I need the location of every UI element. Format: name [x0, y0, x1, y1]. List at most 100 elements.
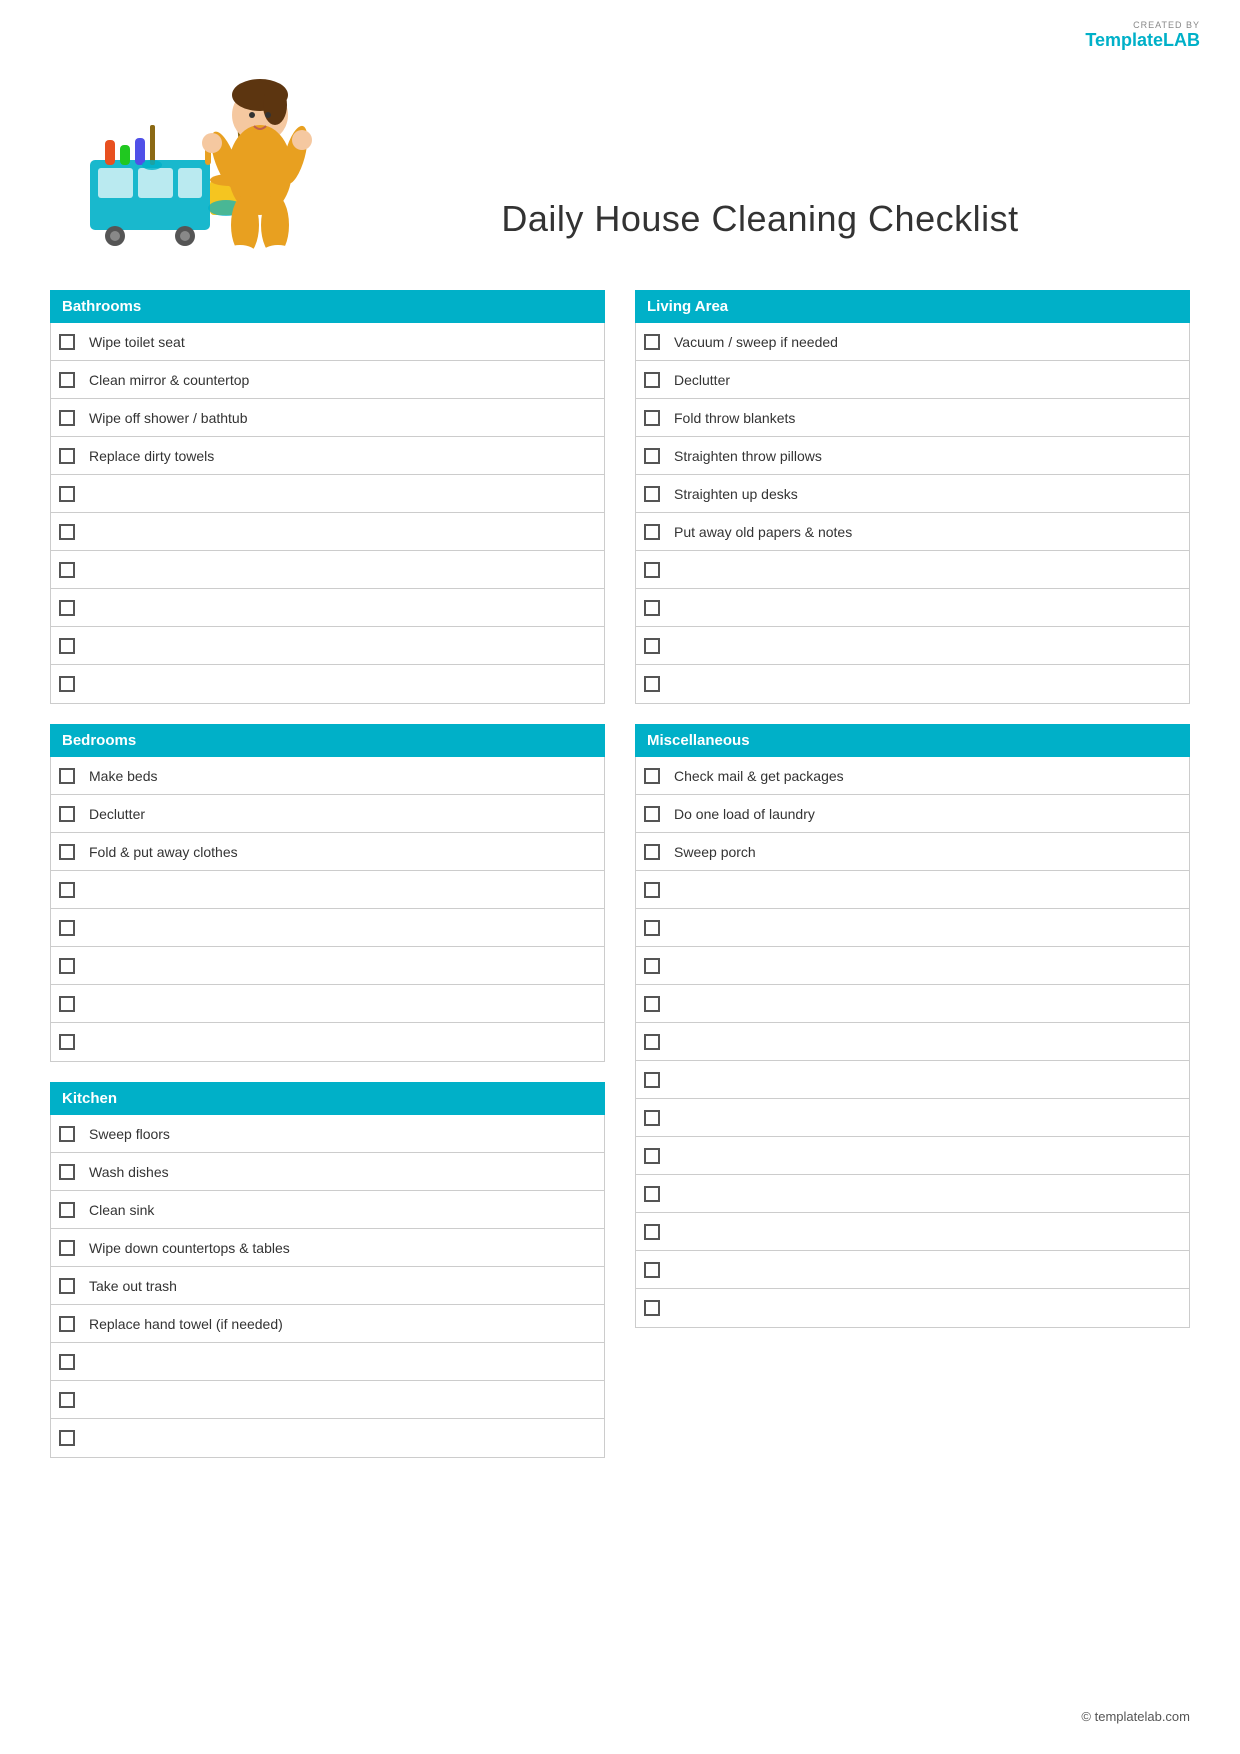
checklist-item[interactable]: Sweep floors: [51, 1115, 604, 1153]
checkbox[interactable]: [644, 958, 660, 974]
checklist-item[interactable]: [51, 985, 604, 1023]
checklist-item[interactable]: [51, 475, 604, 513]
checkbox[interactable]: [644, 372, 660, 388]
checklist-item[interactable]: [51, 551, 604, 589]
checkbox[interactable]: [644, 806, 660, 822]
checklist-item[interactable]: [51, 1023, 604, 1061]
checkbox[interactable]: [644, 1300, 660, 1316]
checkbox[interactable]: [644, 1072, 660, 1088]
checkbox[interactable]: [59, 1430, 75, 1446]
checklist-item[interactable]: Replace dirty towels: [51, 437, 604, 475]
checklist-item[interactable]: [51, 1419, 604, 1457]
checkbox[interactable]: [59, 562, 75, 578]
checklist-item[interactable]: Wipe down countertops & tables: [51, 1229, 604, 1267]
checklist-item[interactable]: [636, 665, 1189, 703]
checklist-item[interactable]: [636, 1137, 1189, 1175]
checklist-item[interactable]: [636, 627, 1189, 665]
checklist-item[interactable]: Put away old papers & notes: [636, 513, 1189, 551]
checkbox[interactable]: [59, 1164, 75, 1180]
checklist-item[interactable]: [636, 1099, 1189, 1137]
checkbox[interactable]: [644, 1186, 660, 1202]
checkbox[interactable]: [59, 372, 75, 388]
checkbox[interactable]: [644, 638, 660, 654]
checkbox[interactable]: [59, 958, 75, 974]
checkbox[interactable]: [644, 920, 660, 936]
checkbox[interactable]: [644, 410, 660, 426]
checklist-item[interactable]: [636, 871, 1189, 909]
checklist-item[interactable]: [51, 513, 604, 551]
checkbox[interactable]: [644, 768, 660, 784]
checklist-item[interactable]: [51, 947, 604, 985]
checklist-item[interactable]: [636, 1061, 1189, 1099]
checkbox[interactable]: [59, 882, 75, 898]
checkbox[interactable]: [644, 486, 660, 502]
checklist-item[interactable]: Check mail & get packages: [636, 757, 1189, 795]
checkbox[interactable]: [59, 410, 75, 426]
checkbox[interactable]: [644, 844, 660, 860]
checklist-item[interactable]: Fold & put away clothes: [51, 833, 604, 871]
checklist-item[interactable]: [636, 1175, 1189, 1213]
checkbox[interactable]: [59, 1278, 75, 1294]
checkbox[interactable]: [644, 600, 660, 616]
checklist-item[interactable]: [51, 589, 604, 627]
checkbox[interactable]: [644, 1110, 660, 1126]
checkbox[interactable]: [644, 524, 660, 540]
checkbox[interactable]: [644, 676, 660, 692]
checkbox[interactable]: [59, 676, 75, 692]
checklist-item[interactable]: [636, 985, 1189, 1023]
checklist-item[interactable]: Sweep porch: [636, 833, 1189, 871]
checkbox[interactable]: [59, 600, 75, 616]
checkbox[interactable]: [644, 1148, 660, 1164]
checkbox[interactable]: [644, 1034, 660, 1050]
checklist-item[interactable]: [51, 1381, 604, 1419]
checkbox[interactable]: [59, 768, 75, 784]
checkbox[interactable]: [644, 996, 660, 1012]
checklist-item[interactable]: Wipe toilet seat: [51, 323, 604, 361]
checkbox[interactable]: [59, 920, 75, 936]
checkbox[interactable]: [59, 1354, 75, 1370]
checklist-item[interactable]: Wash dishes: [51, 1153, 604, 1191]
checklist-item[interactable]: Make beds: [51, 757, 604, 795]
checklist-item[interactable]: Vacuum / sweep if needed: [636, 323, 1189, 361]
checkbox[interactable]: [644, 882, 660, 898]
checklist-item[interactable]: Declutter: [636, 361, 1189, 399]
checkbox[interactable]: [644, 1262, 660, 1278]
checkbox[interactable]: [644, 562, 660, 578]
checkbox[interactable]: [59, 486, 75, 502]
checklist-item[interactable]: [636, 1289, 1189, 1327]
checklist-item[interactable]: Clean sink: [51, 1191, 604, 1229]
checklist-item[interactable]: Straighten up desks: [636, 475, 1189, 513]
checklist-item[interactable]: [636, 909, 1189, 947]
checkbox[interactable]: [59, 334, 75, 350]
checklist-item[interactable]: [51, 627, 604, 665]
checklist-item[interactable]: [51, 1343, 604, 1381]
checklist-item[interactable]: Replace hand towel (if needed): [51, 1305, 604, 1343]
checklist-item[interactable]: [51, 909, 604, 947]
checkbox[interactable]: [59, 1034, 75, 1050]
checklist-item[interactable]: [636, 589, 1189, 627]
checkbox[interactable]: [59, 638, 75, 654]
checkbox[interactable]: [644, 334, 660, 350]
checkbox[interactable]: [59, 448, 75, 464]
checklist-item[interactable]: [636, 947, 1189, 985]
checkbox[interactable]: [59, 844, 75, 860]
checkbox[interactable]: [59, 996, 75, 1012]
checkbox[interactable]: [59, 1316, 75, 1332]
checkbox[interactable]: [644, 1224, 660, 1240]
checklist-item[interactable]: [636, 1023, 1189, 1061]
checkbox[interactable]: [644, 448, 660, 464]
checkbox[interactable]: [59, 1392, 75, 1408]
checklist-item[interactable]: [51, 665, 604, 703]
checklist-item[interactable]: [636, 551, 1189, 589]
checklist-item[interactable]: Fold throw blankets: [636, 399, 1189, 437]
checkbox[interactable]: [59, 524, 75, 540]
checkbox[interactable]: [59, 1202, 75, 1218]
checklist-item[interactable]: Declutter: [51, 795, 604, 833]
checklist-item[interactable]: Take out trash: [51, 1267, 604, 1305]
checklist-item[interactable]: [636, 1251, 1189, 1289]
checklist-item[interactable]: [51, 871, 604, 909]
checklist-item[interactable]: Clean mirror & countertop: [51, 361, 604, 399]
checkbox[interactable]: [59, 806, 75, 822]
checkbox[interactable]: [59, 1126, 75, 1142]
checklist-item[interactable]: Do one load of laundry: [636, 795, 1189, 833]
